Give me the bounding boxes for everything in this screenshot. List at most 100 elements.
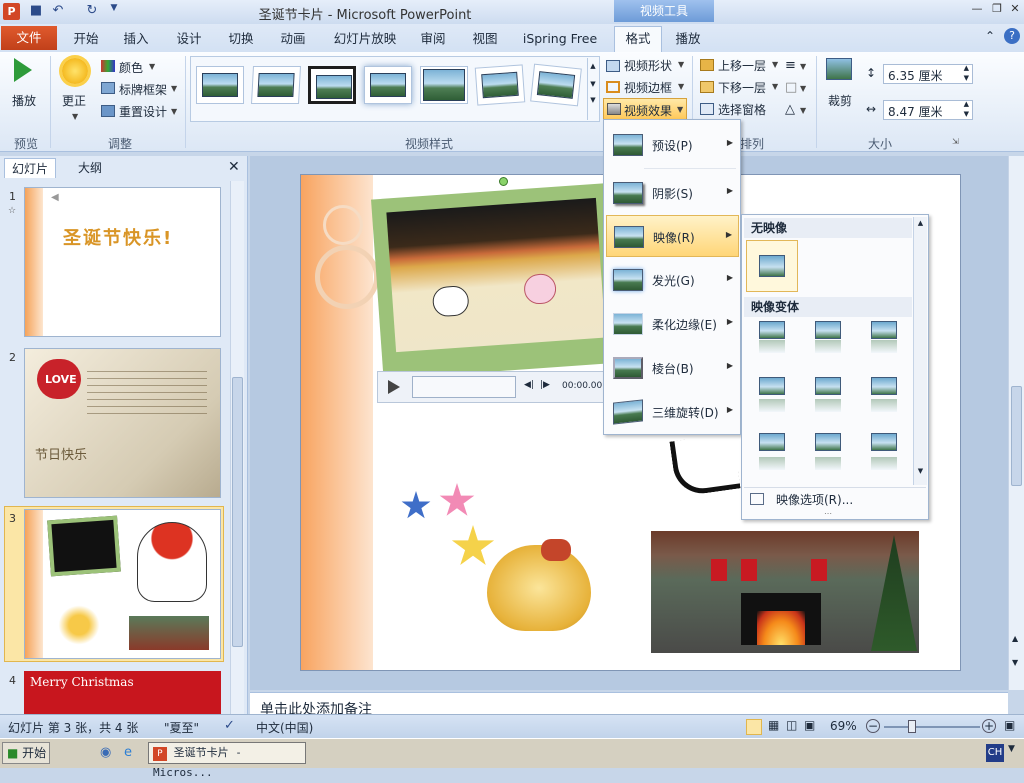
selection-pane-icon[interactable] bbox=[700, 103, 714, 115]
video-style-thumb[interactable] bbox=[308, 66, 356, 104]
slideshow-view-icon[interactable]: ▣ bbox=[804, 718, 815, 732]
tab-animations[interactable]: 动画 bbox=[273, 28, 313, 52]
scrollbar-thumb[interactable] bbox=[232, 377, 243, 647]
chevron-down-icon[interactable]: ▼ bbox=[772, 60, 778, 69]
tab-ispring[interactable]: iSpring Free bbox=[518, 28, 602, 52]
gallery-more-icon[interactable]: ▼ bbox=[588, 96, 598, 104]
video-border-icon[interactable] bbox=[606, 81, 620, 93]
tab-review[interactable]: 审阅 bbox=[413, 28, 453, 52]
tab-insert[interactable]: 插入 bbox=[116, 28, 156, 52]
video-style-thumb[interactable] bbox=[474, 64, 526, 106]
align-icon[interactable]: ≡ bbox=[785, 58, 796, 73]
tab-format[interactable]: 格式 bbox=[614, 26, 662, 52]
video-style-thumb[interactable] bbox=[530, 63, 582, 107]
reflection-variant[interactable] bbox=[759, 321, 785, 355]
help-icon[interactable]: ? bbox=[1004, 28, 1020, 44]
tab-slideshow[interactable]: 幻灯片放映 bbox=[326, 28, 404, 52]
ime-indicator[interactable]: CH bbox=[986, 744, 1004, 762]
crop-button[interactable]: 裁剪 bbox=[828, 92, 852, 109]
close-icon[interactable]: ✕ bbox=[1006, 2, 1024, 18]
reflection-variant[interactable] bbox=[815, 433, 841, 470]
reset-design-button[interactable]: 重置设计 bbox=[119, 103, 167, 120]
zoom-level[interactable]: 69% bbox=[830, 719, 857, 733]
video-progress-bar[interactable] bbox=[412, 376, 516, 398]
no-reflection-option[interactable] bbox=[746, 240, 798, 292]
color-icon[interactable] bbox=[101, 60, 115, 72]
spin-down-icon[interactable]: ▼ bbox=[964, 74, 969, 82]
menu-item-soft-edges[interactable]: 柔化边缘(E) ▶ bbox=[606, 303, 739, 345]
prev-slide-icon[interactable]: ▲ bbox=[1012, 634, 1018, 643]
normal-view-icon[interactable] bbox=[746, 719, 762, 735]
reset-design-icon[interactable] bbox=[101, 105, 115, 117]
proofing-icon[interactable]: ✓ bbox=[224, 718, 235, 733]
tab-file[interactable]: 文件 bbox=[1, 26, 57, 50]
tray-icon[interactable]: ▼ bbox=[1008, 744, 1015, 754]
tab-view[interactable]: 视图 bbox=[465, 28, 505, 52]
start-button[interactable]: ■ 开始 bbox=[2, 742, 50, 764]
zoom-out-icon[interactable]: − bbox=[866, 719, 880, 733]
video-effects-button[interactable]: 视频效果 ▼ bbox=[603, 98, 687, 120]
chevron-down-icon[interactable]: ▼ bbox=[800, 84, 806, 93]
play-button[interactable]: 播放 bbox=[12, 92, 36, 109]
group-icon[interactable]: □ bbox=[785, 80, 797, 95]
scroll-down-icon[interactable]: ▼ bbox=[914, 467, 927, 475]
video-style-thumb[interactable] bbox=[364, 66, 412, 104]
reflection-options-item[interactable]: 映像选项(R)... bbox=[776, 491, 853, 508]
height-input[interactable]: 6.35 厘米 ▲ ▼ bbox=[883, 64, 973, 84]
bring-forward-icon[interactable] bbox=[700, 59, 714, 71]
bring-forward-button[interactable]: 上移一层 bbox=[718, 57, 766, 74]
video-shape-button[interactable]: 视频形状 bbox=[624, 57, 672, 74]
gallery-scroll[interactable]: ▲ ▼ ▼ bbox=[587, 58, 598, 120]
scroll-up-icon[interactable]: ▲ bbox=[914, 219, 927, 227]
spin-down-icon[interactable]: ▼ bbox=[964, 110, 969, 118]
step-forward-icon[interactable]: |▶ bbox=[540, 380, 550, 390]
slide-thumbnail-2[interactable]: LOVE 节日快乐 bbox=[24, 348, 221, 498]
zoom-slider-thumb[interactable] bbox=[908, 720, 916, 733]
resize-grip-icon[interactable]: ⋯ bbox=[824, 509, 832, 518]
video-shape-icon[interactable] bbox=[606, 60, 620, 72]
chevron-down-icon[interactable]: ▼ bbox=[149, 62, 155, 71]
tab-slides[interactable]: 幻灯片 bbox=[4, 158, 56, 178]
editor-scrollbar[interactable]: ▲ ▼ bbox=[1008, 156, 1024, 690]
taskbar-item-powerpoint[interactable]: P 圣诞节卡片 - Micros... bbox=[148, 742, 306, 779]
reading-view-icon[interactable]: ◫ bbox=[786, 718, 797, 732]
chevron-down-icon[interactable]: ▼ bbox=[171, 84, 177, 93]
correct-button[interactable]: 更正 bbox=[62, 92, 86, 109]
reflection-variant[interactable] bbox=[871, 321, 897, 355]
scrollbar-thumb[interactable] bbox=[1011, 386, 1022, 486]
chevron-down-icon[interactable]: ▼ bbox=[72, 112, 78, 121]
close-icon[interactable]: ✕ bbox=[228, 159, 240, 175]
gallery-down-icon[interactable]: ▼ bbox=[588, 80, 598, 88]
spin-up-icon[interactable]: ▲ bbox=[964, 64, 969, 72]
step-back-icon[interactable]: ◀| bbox=[524, 380, 534, 390]
slide-thumbnail-3[interactable] bbox=[24, 509, 221, 659]
video-border-button[interactable]: 视频边框 bbox=[624, 79, 672, 96]
sun-icon[interactable] bbox=[62, 58, 88, 84]
rotate-icon[interactable]: △ bbox=[785, 102, 795, 117]
language[interactable]: 中文(中国) bbox=[256, 719, 313, 736]
poster-frame-icon[interactable] bbox=[101, 82, 115, 94]
send-backward-button[interactable]: 下移一层 bbox=[718, 79, 766, 96]
chevron-down-icon[interactable]: ▼ bbox=[678, 60, 684, 69]
zoom-in-icon[interactable]: + bbox=[982, 719, 996, 733]
menu-item-bevel[interactable]: 棱台(B) ▶ bbox=[606, 347, 739, 389]
crop-icon[interactable] bbox=[826, 58, 852, 80]
chevron-down-icon[interactable]: ▼ bbox=[800, 106, 806, 115]
spin-up-icon[interactable]: ▲ bbox=[964, 100, 969, 108]
chevron-down-icon[interactable]: ▼ bbox=[800, 62, 806, 71]
reflection-variant[interactable] bbox=[759, 377, 785, 412]
help-chevron-icon[interactable]: ⌃ bbox=[985, 29, 995, 43]
restore-icon[interactable]: ❐ bbox=[988, 2, 1006, 18]
menu-item-preset[interactable]: 预设(P) ▶ bbox=[606, 124, 739, 166]
tab-transitions[interactable]: 切换 bbox=[221, 28, 261, 52]
video-style-thumb[interactable] bbox=[196, 66, 244, 104]
menu-item-glow[interactable]: 发光(G) ▶ bbox=[606, 259, 739, 301]
zoom-slider[interactable] bbox=[884, 726, 980, 728]
chevron-down-icon[interactable]: ▼ bbox=[772, 82, 778, 91]
slide-thumbnail-1[interactable]: 圣诞节快乐! ◀ bbox=[24, 187, 221, 337]
send-backward-icon[interactable] bbox=[700, 81, 714, 93]
menu-item-reflection[interactable]: 映像(R) ▶ bbox=[606, 215, 739, 257]
rotation-handle[interactable] bbox=[499, 177, 508, 186]
play-icon[interactable] bbox=[388, 380, 400, 394]
video-style-thumb[interactable] bbox=[420, 66, 468, 104]
